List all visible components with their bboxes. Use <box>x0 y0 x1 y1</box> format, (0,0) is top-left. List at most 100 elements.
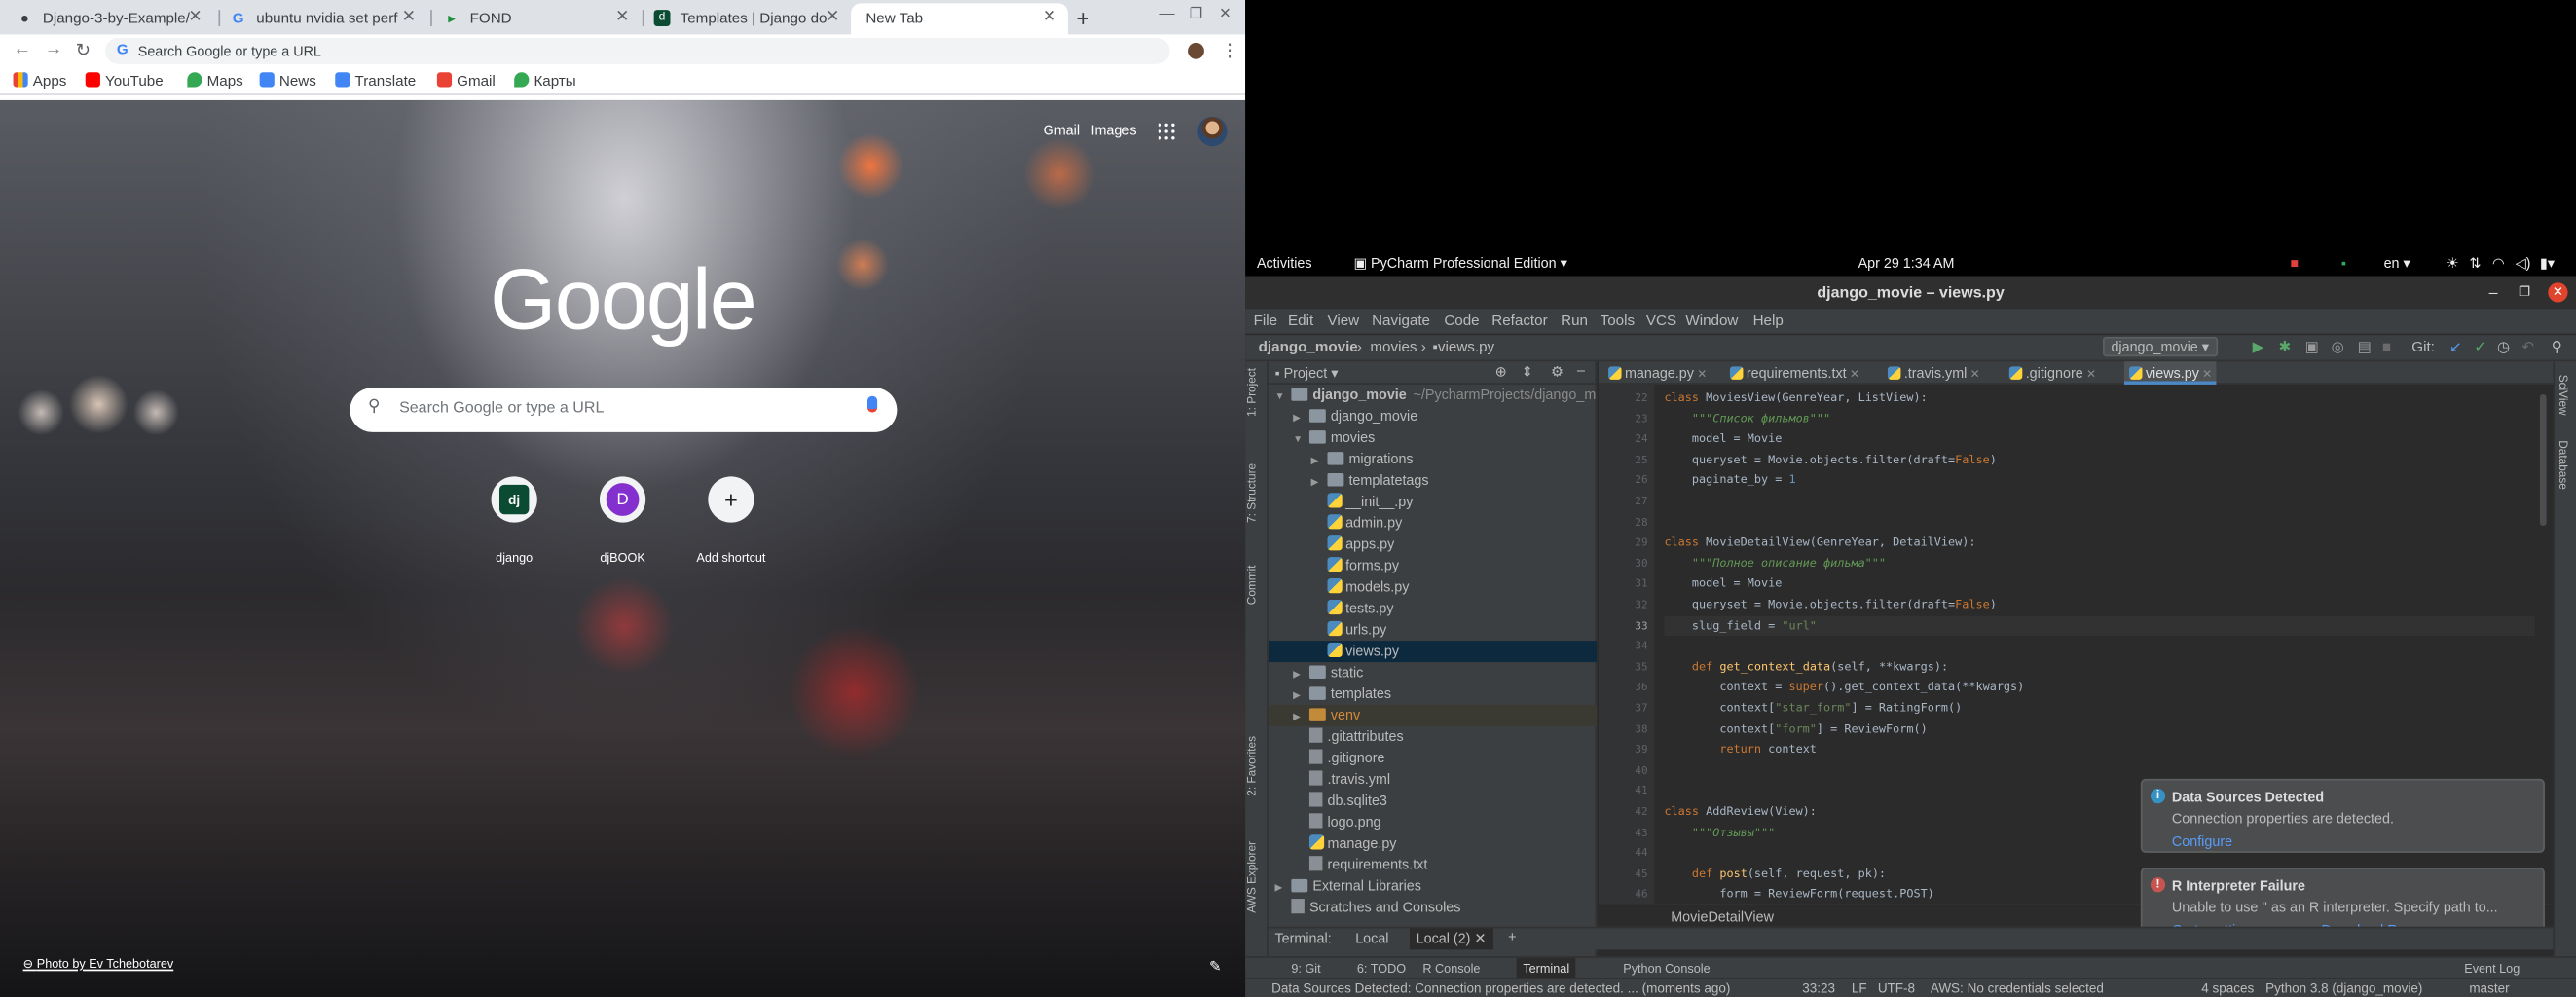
tree-file[interactable]: Scratches and Consoles <box>1269 897 1598 918</box>
browser-tab-active[interactable]: New Tab ✕ <box>851 3 1068 35</box>
menu-tools[interactable]: Tools <box>1601 313 1635 329</box>
shortcut-django[interactable]: dj django <box>465 476 564 566</box>
tree-file[interactable]: requirements.txt <box>1269 855 1598 876</box>
tree-file[interactable]: manage.py <box>1269 833 1598 855</box>
tree-file[interactable]: __init__.py <box>1269 492 1598 513</box>
tool-project-tab[interactable]: 1: Project <box>1247 368 1259 417</box>
editor-tab[interactable]: requirements.txt ✕ <box>1729 365 1859 382</box>
tool-favorites-tab[interactable]: 2: Favorites <box>1247 736 1259 796</box>
tree-file[interactable]: admin.py <box>1269 513 1598 535</box>
close-window-icon[interactable]: ✕ <box>2548 282 2568 303</box>
terminal-tab-local-2[interactable]: Local (2) ✕ <box>1409 928 1493 950</box>
code-line[interactable] <box>1664 636 2534 656</box>
menu-run[interactable]: Run <box>1561 313 1588 329</box>
maximize-icon[interactable]: ❐ <box>1190 5 1203 23</box>
menu-file[interactable]: File <box>1254 313 1277 329</box>
tree-file[interactable]: apps.py <box>1269 534 1598 555</box>
reload-icon[interactable]: ↻ <box>76 40 92 60</box>
hide-panel-icon[interactable]: – <box>1577 361 1585 378</box>
close-tab-icon[interactable]: ✕ <box>2083 370 2096 382</box>
photo-credit-link[interactable]: ⊖ Photo by Ev Tchebotarev <box>23 956 174 971</box>
tree-file[interactable]: logo.png <box>1269 812 1598 833</box>
python-interpreter[interactable]: Python 3.8 (django_movie) <box>2265 980 2422 995</box>
project-view-selector[interactable]: ▪ Project ▾ <box>1275 365 1339 384</box>
battery-icon[interactable]: ▮▾ <box>2540 255 2555 274</box>
kebab-menu-icon[interactable]: ⋮ <box>1221 40 1239 60</box>
tree-folder[interactable]: ▶ venv <box>1268 704 1598 726</box>
code-line[interactable] <box>1664 512 2534 533</box>
menu-refactor[interactable]: Refactor <box>1491 313 1547 329</box>
tree-folder[interactable]: ▶ templates <box>1269 683 1598 705</box>
forward-icon[interactable]: → <box>45 40 63 59</box>
volume-icon[interactable]: ◁) <box>2516 255 2531 274</box>
caret-position[interactable]: 33:23 <box>1802 980 1835 995</box>
editor-tab-active[interactable]: views.py ✕ <box>2123 361 2218 385</box>
line-separator[interactable]: LF <box>1852 980 1867 995</box>
tree-file[interactable]: views.py <box>1268 641 1598 663</box>
code-line[interactable]: paginate_by = 1 <box>1664 470 2534 491</box>
close-tab-icon[interactable]: ✕ <box>2199 370 2212 382</box>
code-line[interactable]: """Список фильмов""" <box>1664 409 2534 429</box>
tool-todo[interactable]: 6: TODO <box>1357 961 1406 976</box>
code-line[interactable]: context["form"] = ReviewForm() <box>1664 719 2534 739</box>
code-line[interactable]: queryset = Movie.objects.filter(draft=Fa… <box>1664 450 2534 470</box>
close-tab-icon[interactable]: ✕ <box>1847 370 1859 382</box>
menu-view[interactable]: View <box>1328 313 1360 329</box>
browser-tab[interactable]: d Templates | Django do ✕ <box>644 3 852 34</box>
status-message[interactable]: Data Sources Detected: Connection proper… <box>1271 980 1730 995</box>
new-tab-button[interactable]: + <box>1076 5 1089 31</box>
aws-credentials[interactable]: AWS: No credentials selected <box>1931 980 2104 995</box>
nav-file[interactable]: ▪views.py <box>1433 339 1495 355</box>
tree-file[interactable]: forms.py <box>1269 555 1598 576</box>
vertical-scrollbar[interactable] <box>2539 394 2547 526</box>
menu-vcs[interactable]: VCS <box>1646 313 1676 329</box>
settings-gear-icon[interactable]: ⚙ <box>1551 363 1564 382</box>
tree-file[interactable]: .gitignore <box>1269 748 1598 769</box>
collapse-icon[interactable]: ⇕ <box>1522 363 1533 382</box>
git-rollback-icon[interactable]: ↶ <box>2521 339 2534 357</box>
images-link[interactable]: Images <box>1091 122 1137 138</box>
code-line[interactable]: class MoviesView(GenreYear, ListView): <box>1664 388 2534 408</box>
code-line[interactable]: context = super().get_context_data(**kwa… <box>1664 678 2534 698</box>
run-config-select[interactable]: django_movie ▾ <box>2103 336 2218 357</box>
search-everywhere-icon[interactable]: ⚲ <box>2552 339 2562 357</box>
tree-file[interactable]: db.sqlite3 <box>1269 791 1598 812</box>
bookmark-news[interactable]: News <box>259 72 316 89</box>
new-terminal-button[interactable]: + <box>1508 928 1516 944</box>
tree-folder[interactable]: ▶ migrations <box>1269 449 1598 470</box>
bookmark-maps[interactable]: Maps <box>187 72 243 89</box>
browser-tab[interactable]: ● Django-3-by-Example/ ✕ <box>7 3 214 34</box>
debug-icon[interactable]: ✱ <box>2279 339 2292 357</box>
tool-sciview-tab[interactable]: SciView <box>2557 375 2568 416</box>
close-tab-icon[interactable]: ✕ <box>402 8 416 26</box>
editor-tab[interactable]: .travis.yml ✕ <box>1887 365 1980 382</box>
microphone-icon[interactable] <box>867 395 878 413</box>
nav-movies[interactable]: movies <box>1370 339 1417 355</box>
configure-link[interactable]: Configure <box>2172 833 2232 850</box>
menu-window[interactable]: Window <box>1685 313 1738 329</box>
clock[interactable]: Apr 29 1:34 AM <box>1858 255 1955 272</box>
activities-button[interactable]: Activities <box>1257 255 1312 272</box>
tool-terminal-active[interactable]: Terminal <box>1516 957 1576 979</box>
google-apps-icon[interactable] <box>1158 123 1175 140</box>
menu-code[interactable]: Code <box>1444 313 1479 329</box>
editor-tab[interactable]: .gitignore ✕ <box>2008 365 2096 382</box>
menu-edit[interactable]: Edit <box>1288 313 1313 329</box>
restore-icon[interactable]: ❐ <box>2519 284 2530 299</box>
tree-folder[interactable]: ▶ django_movie <box>1269 406 1598 427</box>
coverage-icon[interactable]: ▣ <box>2305 339 2319 357</box>
git-commit-icon[interactable]: ✓ <box>2474 339 2486 357</box>
customize-pencil-icon[interactable]: ✎ <box>1209 958 1222 977</box>
tool-database-tab[interactable]: Database <box>2557 440 2568 490</box>
shortcut-djbook[interactable]: D djBOOK <box>573 476 672 566</box>
tree-folder[interactable]: ▼ movies <box>1269 427 1598 449</box>
git-branch[interactable]: master <box>2469 980 2509 995</box>
menu-help[interactable]: Help <box>1753 313 1784 329</box>
tool-commit-tab[interactable]: Commit <box>1247 566 1259 606</box>
code-line[interactable]: return context <box>1664 740 2534 760</box>
tree-folder[interactable]: ▶ External Libraries <box>1269 875 1598 897</box>
bookmark-gmail[interactable]: Gmail <box>436 72 496 89</box>
language-indicator[interactable]: en ▾ <box>2384 255 2410 274</box>
tree-folder[interactable]: ▼ django_movie ~/PycharmProjects/django_m <box>1269 385 1598 406</box>
gmail-link[interactable]: Gmail <box>1044 122 1080 138</box>
